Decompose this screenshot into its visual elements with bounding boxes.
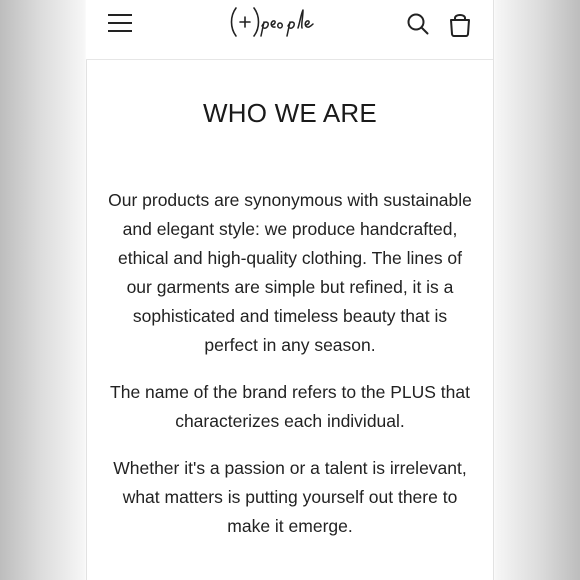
about-section: WHO WE ARE Our products are synonymous w… — [86, 60, 494, 541]
shopping-bag-icon[interactable] — [446, 10, 474, 38]
mobile-page: WHO WE ARE Our products are synonymous w… — [86, 0, 494, 580]
page-title: WHO WE ARE — [203, 98, 377, 128]
search-icon[interactable] — [404, 10, 432, 38]
hamburger-menu-icon[interactable] — [106, 11, 134, 35]
about-paragraph: Our products are synonymous with sustain… — [108, 190, 472, 355]
site-header — [86, 0, 494, 60]
about-paragraph: Whether it's a passion or a talent is ir… — [113, 458, 467, 536]
brand-logo[interactable] — [226, 2, 350, 42]
about-paragraph: The name of the brand refers to the PLUS… — [110, 382, 470, 431]
